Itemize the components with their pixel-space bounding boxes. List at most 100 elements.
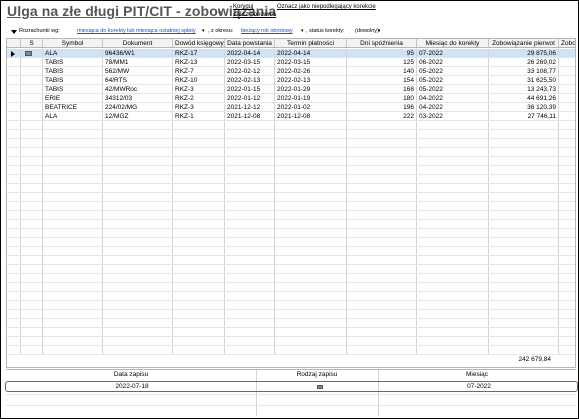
empty-cell: [275, 139, 347, 147]
title-dropdown-icon[interactable]: ▾: [218, 9, 222, 17]
col-header-data-powstania[interactable]: Data powstania: [225, 39, 275, 47]
empty-cell: [417, 139, 489, 147]
empty-cell: [7, 139, 21, 147]
empty-cell: [417, 130, 489, 138]
empty-row: [7, 202, 575, 211]
empty-cell: [275, 220, 347, 228]
empty-cell: [173, 121, 225, 129]
empty-cell: [7, 211, 21, 219]
empty-cell: [275, 319, 347, 327]
cell-zobowiazanie: 29 875,06: [489, 49, 559, 57]
col-header-zobowi[interactable]: Zobowi: [559, 39, 575, 47]
empty-cell: [103, 319, 173, 327]
zalicz-ponownie-link[interactable]: Zalicz ponownie: [233, 12, 276, 18]
detail-col-miesiac[interactable]: Miesiąc: [378, 371, 576, 378]
empty-cell: [173, 265, 225, 273]
empty-cell: [275, 292, 347, 300]
empty-cell: [103, 256, 173, 264]
empty-cell: [559, 310, 575, 318]
empty-cell: [21, 130, 43, 138]
col-header-termin[interactable]: Termin płatności: [275, 39, 347, 47]
table-row[interactable]: BEATRICE 224/02/MG RKZ-3 2021-12-12 2022-01-…: [7, 103, 575, 112]
empty-cell: [489, 211, 559, 219]
koryguj-link[interactable]: Koryguj: [233, 4, 253, 10]
empty-cell: [489, 184, 559, 192]
oznacz-link[interactable]: Oznacz jako niepodlegający korekcie: [277, 4, 376, 10]
detail-grid[interactable]: Data zapisu Rodzaj zapisu Miesiąc 2022-0…: [5, 369, 578, 416]
detail-col-rodzaj[interactable]: Rodzaj zapisu: [256, 371, 378, 378]
empty-row: [7, 337, 575, 346]
chevron-down-icon[interactable]: ▾: [202, 28, 205, 34]
empty-cell: [21, 337, 43, 345]
empty-cell: [173, 310, 225, 318]
empty-cell: [559, 337, 575, 345]
rozrachunki-filter-link[interactable]: miesiąca do korekty lub miesiąca ostatni…: [77, 28, 196, 34]
cell-termin: 2022-04-14: [275, 49, 347, 57]
cell-dokument: 96436/W1: [103, 49, 173, 57]
empty-cell: [173, 211, 225, 219]
empty-row: [7, 292, 575, 301]
cell-zobowi: [559, 112, 575, 120]
table-row[interactable]: ALA 96436/W1 RKZ-17 2022-04-14 2022-04-14 95 0…: [7, 49, 575, 58]
empty-cell: [173, 184, 225, 192]
empty-cell: [275, 121, 347, 129]
empty-cell: [7, 310, 21, 318]
col-header-dowod[interactable]: Dowód księgowy: [173, 39, 225, 47]
col-header-symbol[interactable]: Symbol: [43, 39, 103, 47]
empty-cell: [489, 148, 559, 156]
cell-symbol: TABIS: [43, 85, 103, 93]
empty-cell: [347, 148, 417, 156]
table-row[interactable]: ERIE 34312/03 RKZ-2 2022-01-12 2022-01-19 180…: [7, 94, 575, 103]
empty-cell: [489, 346, 559, 354]
table-row[interactable]: ALA 12/MGZ RKZ-1 2021-12-08 2021-12-08 222 03-…: [7, 112, 575, 121]
cell-dni: 95: [347, 49, 417, 57]
empty-cell: [559, 121, 575, 129]
empty-row: [7, 328, 575, 337]
empty-cell: [103, 157, 173, 165]
empty-cell: [43, 328, 103, 336]
table-row[interactable]: TABIS 562/MW RKZ-7 2022-02-12 2022-02-26 140 0…: [7, 67, 575, 76]
detail-row-highlighted[interactable]: 2022-07-18 07-2022: [5, 381, 578, 392]
empty-cell: [43, 130, 103, 138]
col-header-miesiac[interactable]: Miesiąc do korekty: [417, 39, 489, 47]
empty-cell: [43, 166, 103, 174]
empty-cell: [417, 292, 489, 300]
empty-cell: [489, 202, 559, 210]
table-row[interactable]: TABIS 78/MM1 RKZ-13 2022-03-15 2022-03-15 125…: [7, 58, 575, 67]
table-row[interactable]: TABIS 42/MWRoc RKZ-3 2022-01-15 2022-01-29 16…: [7, 85, 575, 94]
empty-cell: [347, 319, 417, 327]
col-header-s[interactable]: S: [21, 39, 43, 47]
row-indicator: [7, 94, 21, 102]
cell-zobowi: [559, 49, 575, 57]
empty-cell: [173, 130, 225, 138]
chevron-down-icon[interactable]: ▾: [301, 28, 304, 34]
cell-zobowi: [559, 85, 575, 93]
empty-cell: [489, 139, 559, 147]
cell-miesiac: 05-2022: [417, 76, 489, 84]
okres-filter-link[interactable]: bieżący rok obrotowy: [241, 28, 293, 34]
empty-cell: [275, 310, 347, 318]
cell-dni: 140: [347, 67, 417, 75]
col-header-zobowiazanie[interactable]: Zobowiązanie pierwot: [489, 39, 559, 47]
empty-cell: [21, 184, 43, 192]
empty-cell: [347, 301, 417, 309]
col-header-dokument[interactable]: Dokument: [103, 39, 173, 47]
empty-cell: [43, 202, 103, 210]
status-filter[interactable]: (dowolny): [355, 28, 379, 34]
empty-cell: [347, 175, 417, 183]
empty-cell: [417, 175, 489, 183]
empty-cell: [559, 166, 575, 174]
chevron-down-icon[interactable]: ▾: [378, 28, 381, 34]
cell-termin: 2022-01-02: [275, 103, 347, 111]
empty-cell: [7, 274, 21, 282]
data-grid[interactable]: S Symbol Dokument Dowód księgowy Data po…: [6, 38, 576, 368]
table-row[interactable]: TABIS 64/RTS RKZ-10 2022-02-13 2022-02-13 154…: [7, 76, 575, 85]
col-header-dni[interactable]: Dni spóźnienia: [347, 39, 417, 47]
empty-cell: [225, 337, 275, 345]
detail-col-data-zapisu[interactable]: Data zapisu: [6, 371, 256, 378]
empty-cell: [173, 139, 225, 147]
empty-cell: [103, 292, 173, 300]
empty-cell: [103, 265, 173, 273]
empty-cell: [275, 256, 347, 264]
empty-cell: [103, 247, 173, 255]
